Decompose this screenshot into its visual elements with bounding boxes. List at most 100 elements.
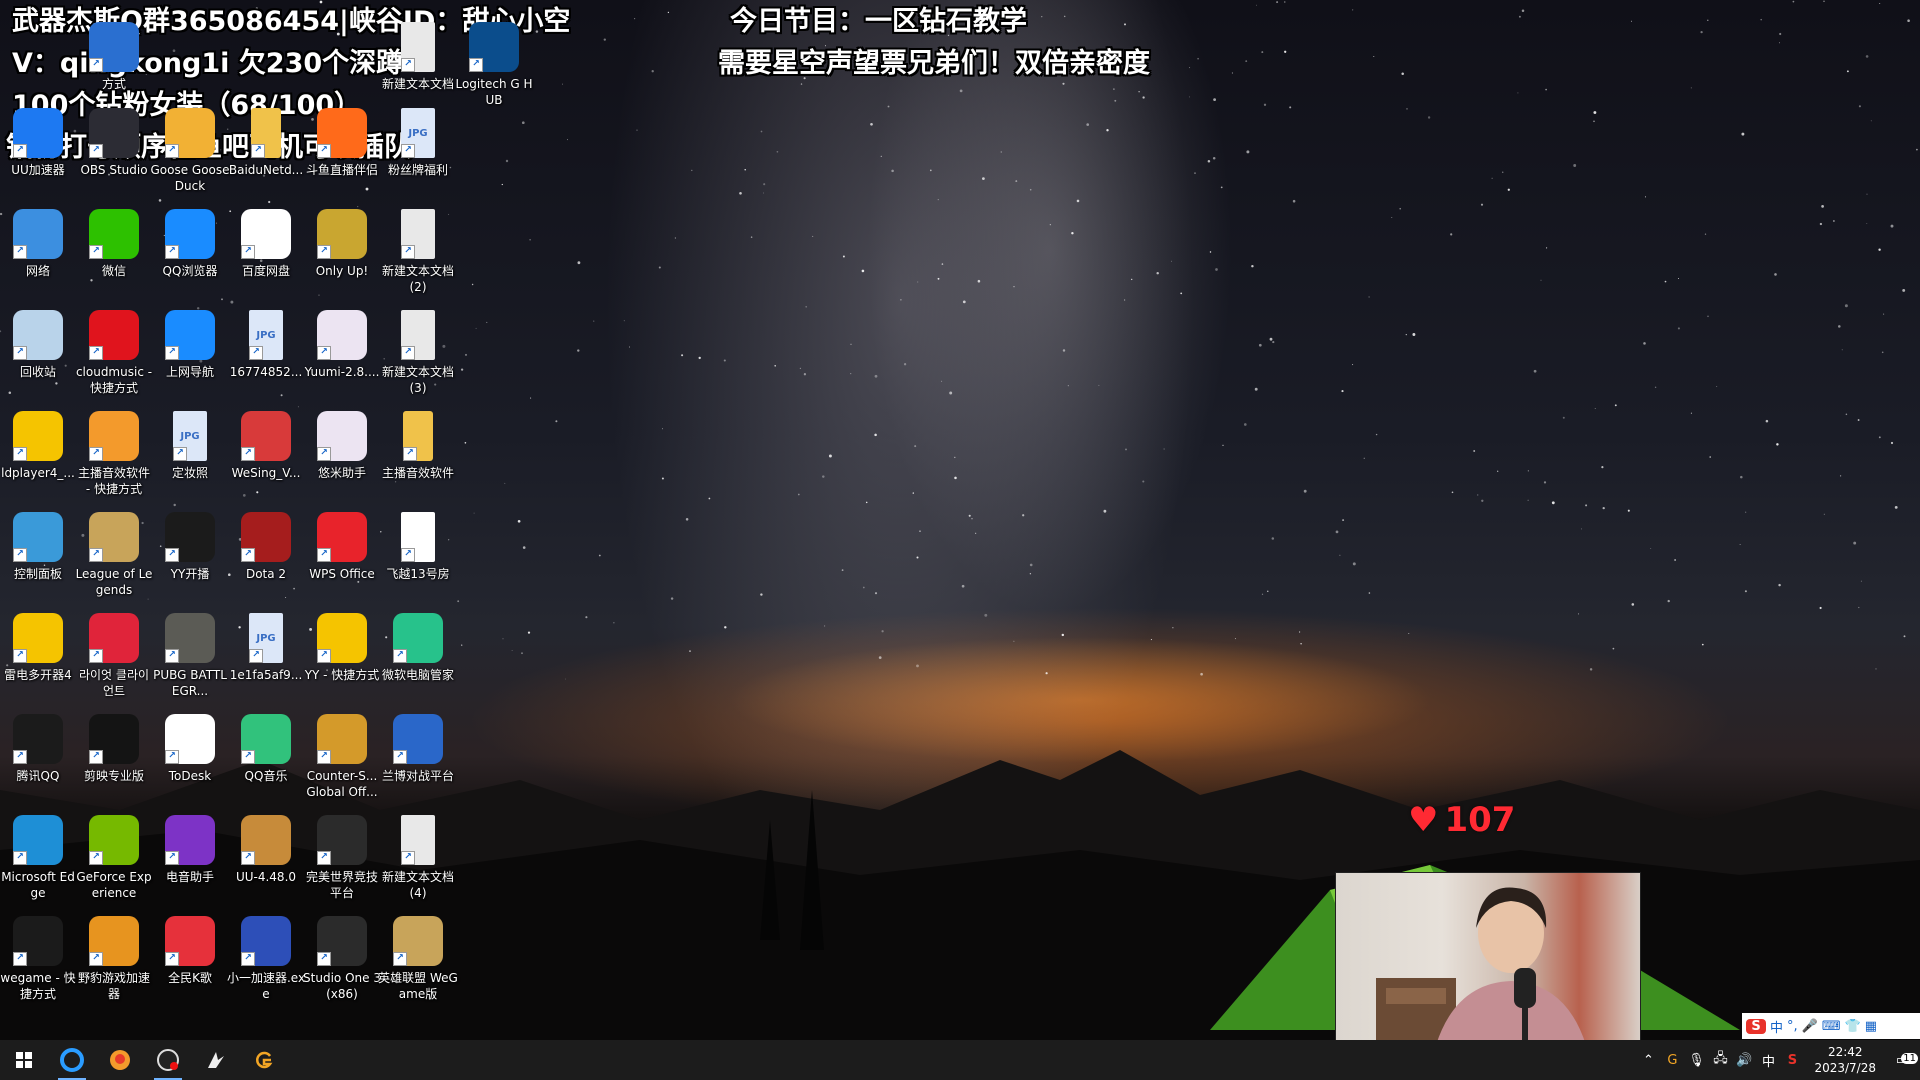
desktop-icon[interactable]: ↗ Goose Goose Duck	[150, 108, 230, 194]
shortcut-arrow-icon: ↗	[241, 750, 255, 764]
desktop-icon[interactable]: ↗ ToDesk	[152, 714, 228, 784]
overlay-line-2: V：qingkong1i 欠230个深蹲	[12, 48, 404, 79]
desktop-icon[interactable]: ↗ 飞越13号房	[380, 512, 456, 582]
ime-mode-toggle[interactable]: 中	[1770, 1017, 1783, 1036]
desktop-icon[interactable]: ↗ WeSing_V...	[228, 411, 304, 481]
network-tray-icon[interactable]: 🖧	[1708, 1049, 1732, 1071]
toolbox-icon[interactable]: ▦	[1865, 1019, 1877, 1034]
desktop-icon[interactable]: ↗ ldplayer4_...	[0, 411, 76, 481]
desktop-icon[interactable]: ↗ 雷电多开器4	[0, 613, 76, 683]
desktop-icon[interactable]: ↗ 网络	[0, 209, 76, 279]
sogou-tray-icon[interactable]: S	[1780, 1053, 1804, 1068]
shortcut-arrow-icon: ↗	[165, 952, 179, 966]
yy-icon: ↗	[317, 613, 367, 663]
desktop-icon[interactable]: ↗ Counter-S... Global Off...	[304, 714, 380, 800]
punctuation-icon[interactable]: °,	[1787, 1019, 1798, 1034]
desktop-icon-label: 完美世界竞技平台	[305, 870, 378, 900]
microphone-tray-icon[interactable]: 🎙	[1684, 1053, 1708, 1068]
taskbar-studio-one[interactable]	[192, 1040, 240, 1080]
desktop-icon-label: 悠米助手	[317, 466, 366, 480]
desktop-icon[interactable]: ↗ 腾讯QQ	[0, 714, 76, 784]
goose-icon: ↗	[165, 108, 215, 158]
desktop-icon[interactable]: ↗ 新建文本文档	[380, 22, 456, 92]
desktop-icon-label: BaiduNetd...	[228, 163, 304, 177]
desktop-icon[interactable]: JPG ↗ 16774852...	[228, 310, 304, 380]
desktop-icon[interactable]: ↗ 兰博对战平台	[380, 714, 456, 784]
desktop-icon[interactable]: ↗ 百度网盘	[228, 209, 304, 279]
desktop-icon[interactable]: ↗ 新建文本文档 (3)	[380, 310, 456, 396]
desktop-icon[interactable]: ↗ 新建文本文档 (2)	[380, 209, 456, 295]
desktop-icon[interactable]: ↗ GeForce Experience	[76, 815, 152, 901]
desktop-icon[interactable]: ↗ Only Up!	[304, 209, 380, 279]
text-file-icon: ↗	[401, 22, 435, 72]
desktop-icon[interactable]: ↗ 剪映专业版	[76, 714, 152, 784]
desktop-icon[interactable]: ↗ 小一加速器.exe	[227, 916, 305, 1002]
desktop-icon[interactable]: ↗ OBS Studio	[76, 108, 152, 178]
taskbar-sound-effect[interactable]	[96, 1040, 144, 1080]
desktop-icon[interactable]: JPG ↗ 1e1fa5af9...	[228, 613, 304, 683]
desktop-icon[interactable]: ↗ 微软电脑管家	[380, 613, 456, 683]
desktop-icon[interactable]: ↗ Studio One 3 (x86)	[303, 916, 381, 1002]
desktop-icon[interactable]: ↗ 控制面板	[0, 512, 76, 582]
desktop-icon[interactable]: ↗ Yuumi-2.8....	[304, 310, 380, 380]
desktop-icon[interactable]: ↗ 完美世界竞技平台	[304, 815, 380, 901]
obs-icon: ↗	[89, 108, 139, 158]
desktop-icon[interactable]: ↗ YY开播	[152, 512, 228, 582]
start-button[interactable]	[0, 1040, 48, 1080]
wegame-tray-icon[interactable]: G	[1660, 1053, 1684, 1068]
desktop-icon[interactable]: ↗ 斗鱼直播伴侣	[304, 108, 380, 178]
desktop-icon[interactable]: ↗ YY - 快捷方式	[304, 613, 380, 683]
desktop-icon[interactable]: JPG ↗ 定妆照	[152, 411, 228, 481]
desktop-icon[interactable]: ↗ cloudmusic - 快捷方式	[76, 310, 152, 396]
desktop-icon[interactable]: ↗ League of Legends	[76, 512, 152, 598]
volume-icon[interactable]: 🔊	[1732, 1053, 1756, 1068]
desktop-icon[interactable]: ↗ 英雄联盟 WeGame版	[378, 916, 458, 1002]
desktop-icon[interactable]: JPG ↗ 粉丝牌福利	[380, 108, 456, 178]
desktop-icon[interactable]: ↗ 主播音效软件 - 快捷方式	[76, 411, 152, 497]
desktop-icon[interactable]: ↗ 上网导航	[152, 310, 228, 380]
shortcut-arrow-icon: ↗	[317, 346, 331, 360]
ime-toolbar[interactable]: S 中 °, 🎤 ⌨ 👕 ▦	[1742, 1013, 1920, 1039]
desktop-icon[interactable]: ↗ 回收站	[0, 310, 76, 380]
desktop-icon[interactable]: ↗ BaiduNetd...	[228, 108, 304, 178]
desktop-icon[interactable]: ↗ wegame - 快捷方式	[0, 916, 76, 1002]
ime-language-indicator[interactable]: 中	[1756, 1051, 1780, 1070]
taskbar-qq-browser[interactable]	[48, 1040, 96, 1080]
shortcut-arrow-icon: ↗	[317, 851, 331, 865]
desktop-icon[interactable]: ↗ WPS Office	[304, 512, 380, 582]
desktop-icon[interactable]: ↗ UU-4.48.0	[228, 815, 304, 885]
desktop-icon[interactable]: ↗ Dota 2	[228, 512, 304, 582]
show-hidden-icons-chevron-icon[interactable]: ⌃	[1636, 1053, 1660, 1068]
microphone-icon[interactable]: 🎤	[1802, 1019, 1818, 1034]
ldmulti-icon: ↗	[13, 613, 63, 663]
shortcut-icon: ↗	[89, 22, 139, 72]
desktop-icon[interactable]: ↗ 主播音效软件	[380, 411, 456, 481]
desktop-icon[interactable]: ↗ PUBG BATTLEGR...	[152, 613, 228, 699]
clock[interactable]: 22:42 2023/7/28	[1814, 1044, 1876, 1076]
desktop-icon[interactable]: ↗ 全民K歌	[152, 916, 228, 986]
desktop-icon[interactable]: ↗ Logitech G HUB	[455, 22, 533, 108]
desktop-icon[interactable]: ↗ UU加速器	[0, 108, 76, 178]
desktop-icon[interactable]: ↗ 电音助手	[152, 815, 228, 885]
notification-center-icon[interactable]: ▭11	[1884, 1052, 1920, 1068]
qq-music-icon: ↗	[241, 714, 291, 764]
skin-icon[interactable]: 👕	[1845, 1019, 1861, 1034]
taskbar-obs[interactable]	[144, 1040, 192, 1080]
wegame-icon: ↗	[13, 916, 63, 966]
desktop-icon[interactable]: ↗ 悠米助手	[304, 411, 380, 481]
desktop-icon[interactable]: ↗ 新建文本文档 (4)	[380, 815, 456, 901]
desktop-icon[interactable]: ↗ 微信	[76, 209, 152, 279]
keyboard-icon[interactable]: ⌨	[1822, 1019, 1841, 1034]
desktop-icon-label: 网络	[25, 264, 50, 278]
shortcut-arrow-icon: ↗	[403, 447, 417, 461]
desktop-icon[interactable]: ↗ 라이엇 클라이언트	[76, 613, 152, 699]
desktop-icon[interactable]: ↗ QQ音乐	[228, 714, 304, 784]
sogou-logo-icon[interactable]: S	[1746, 1018, 1766, 1034]
taskbar-wegame[interactable]	[240, 1040, 288, 1080]
desktop-icon[interactable]: ↗ Microsoft Edge	[0, 815, 76, 901]
sound-effect-icon: ↗	[89, 411, 139, 461]
desktop-icon[interactable]: ↗ 方式	[76, 22, 152, 92]
desktop-icon[interactable]: ↗ QQ浏览器	[152, 209, 228, 279]
logitech-icon: ↗	[469, 22, 519, 72]
desktop-icon[interactable]: ↗ 野豹游戏加速器	[76, 916, 152, 1002]
